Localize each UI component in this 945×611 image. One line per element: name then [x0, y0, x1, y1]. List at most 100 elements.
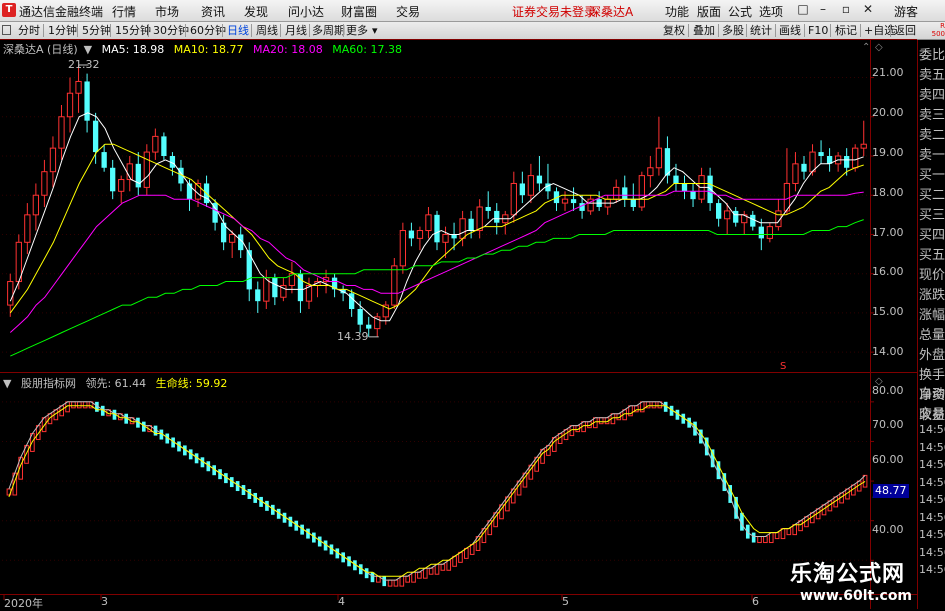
- candle-body: [758, 226, 764, 239]
- life-line: [8, 405, 866, 577]
- sub-chart-title: 股朋指标网: [20, 377, 76, 390]
- candle-body: [510, 182, 517, 216]
- trade-time: 14:56: [919, 510, 945, 524]
- indicator-bar: [458, 551, 463, 563]
- y-tick: 19.00: [872, 146, 904, 159]
- candle-body: [75, 80, 82, 94]
- candle-body: [41, 171, 48, 196]
- quote-label: 卖五: [919, 68, 945, 83]
- candle-body: [24, 214, 31, 243]
- quote-label: 换手: [919, 368, 945, 383]
- candle-body: [84, 81, 90, 121]
- quote-label: 涨幅: [919, 308, 945, 323]
- candle-body: [852, 147, 859, 169]
- lead-legend: 领先: 61.44: [85, 377, 147, 390]
- current-value-badge: 48.77: [873, 484, 909, 498]
- candle-body: [766, 226, 773, 239]
- price-chart[interactable]: [0, 0, 945, 609]
- candle-body: [519, 183, 525, 196]
- candle-body: [476, 206, 483, 232]
- indicator-bar: [639, 401, 645, 413]
- indicator-bar: [82, 401, 88, 409]
- candle-body: [622, 187, 628, 200]
- event-marker[interactable]: S: [780, 361, 786, 372]
- indicator-bar: [382, 576, 387, 587]
- candle-body: [570, 199, 577, 204]
- x-tick: 5: [562, 595, 569, 608]
- indicator-bar: [428, 567, 434, 575]
- candle-body: [792, 163, 799, 184]
- candle-body: [715, 203, 722, 219]
- candle-body: [434, 214, 440, 243]
- indicator-bar: [763, 536, 768, 544]
- candle-body: [844, 156, 850, 168]
- life-legend: 生命线: 59.92: [155, 377, 228, 390]
- trade-time: 14:56: [919, 493, 945, 506]
- candle-body: [425, 214, 432, 232]
- low-annotation: 14.39: [337, 330, 369, 343]
- y-tick: 16.00: [872, 265, 904, 278]
- indicator-bar: [651, 401, 657, 409]
- trade-time: 14:56: [919, 440, 945, 454]
- quote-label: 买二: [919, 188, 945, 203]
- quote-label: 涨跌: [919, 288, 945, 303]
- indicator-bar: [71, 401, 76, 409]
- sub-y-tick: 80.00: [872, 384, 904, 397]
- quote-label: 买五: [919, 248, 945, 263]
- ma5-legend: MA5: 18.98: [101, 43, 165, 56]
- candle-body: [818, 152, 824, 156]
- candle-body: [399, 230, 407, 267]
- indicator-bar: [751, 532, 756, 543]
- candle-body: [673, 175, 679, 184]
- candle-body: [366, 324, 372, 329]
- indicator-settings-icon[interactable]: ▼: [3, 377, 11, 390]
- x-tick: 6: [752, 595, 759, 608]
- candle-body: [135, 163, 141, 188]
- trade-label[interactable]: 自动: [919, 383, 945, 402]
- quote-label: 买三: [919, 208, 945, 223]
- expand-icon[interactable]: ⌃: [862, 42, 870, 53]
- candle-body: [229, 233, 236, 243]
- candle-body: [101, 152, 107, 168]
- quote-label: 卖二: [919, 128, 945, 143]
- indicator-bar: [370, 572, 375, 583]
- candle-body: [655, 147, 663, 169]
- trade-time: 14:56: [919, 458, 945, 471]
- ma20-legend: MA20: 18.08: [253, 43, 323, 56]
- trade-time: 14:56: [919, 545, 945, 559]
- indicator-bar: [405, 575, 410, 583]
- indicator-bar: [440, 563, 446, 571]
- indicator-bar: [452, 555, 457, 567]
- indicator-bar: [417, 571, 422, 579]
- candle-body: [272, 277, 278, 298]
- trade-label[interactable]: 交易: [919, 403, 945, 422]
- y-tick: 20.00: [872, 106, 904, 119]
- y-tick: 14.00: [872, 345, 904, 358]
- candle-body: [92, 120, 99, 153]
- indicator-bar: [757, 536, 762, 544]
- y-tick: 17.00: [872, 226, 904, 239]
- candle-body: [357, 309, 363, 325]
- candle-body: [110, 167, 116, 192]
- candle-body: [809, 151, 816, 173]
- trade-time: 14:56: [919, 423, 945, 436]
- candle-body: [152, 135, 159, 153]
- candle-body: [733, 210, 739, 223]
- candle-body: [408, 230, 415, 239]
- indicator-bar: [446, 559, 452, 571]
- settings-icon[interactable]: ▼: [84, 43, 92, 56]
- high-annotation: 21.32: [68, 58, 100, 71]
- layout-icon[interactable]: ◇: [875, 42, 883, 53]
- candle-body: [442, 233, 449, 243]
- candle-body: [49, 147, 57, 173]
- y-tick: 18.00: [872, 186, 904, 199]
- trade-time: 14:56: [919, 528, 945, 541]
- ma60-legend: MA60: 17.38: [332, 43, 402, 56]
- candle-body: [66, 92, 74, 118]
- sub-y-tick: 60.00: [872, 453, 904, 466]
- lead-line: [8, 401, 866, 581]
- candle-body: [459, 218, 466, 239]
- candle-body: [527, 175, 535, 196]
- candle-body: [561, 198, 569, 204]
- candle-body: [860, 143, 867, 149]
